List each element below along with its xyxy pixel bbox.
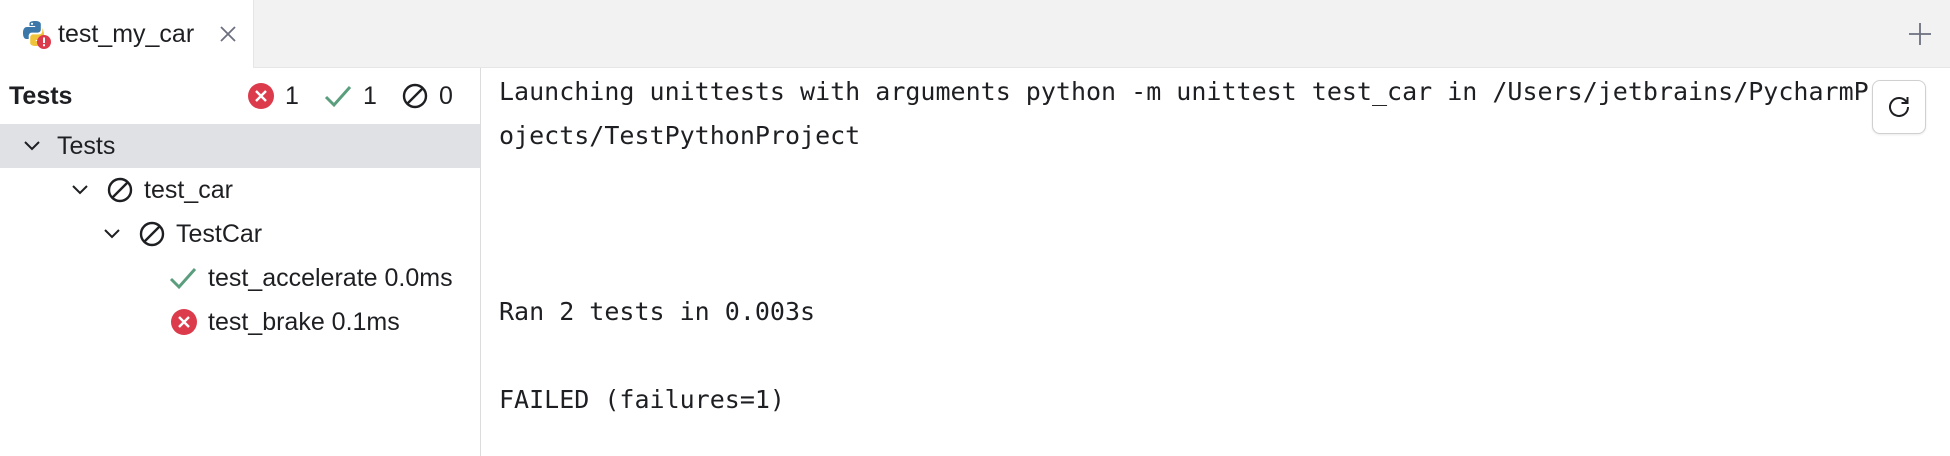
console-line: Launching unittests with arguments pytho…: [499, 77, 1884, 106]
tree-item-label: test_car: [144, 176, 233, 204]
failed-count: 1: [285, 81, 299, 110]
ignored-count: 0: [439, 81, 453, 110]
ignored-counter[interactable]: 0: [401, 82, 453, 110]
python-error-icon: [20, 18, 52, 50]
ignored-icon: [402, 83, 428, 109]
checkmark-icon: [324, 86, 352, 108]
rerun-button[interactable]: [1872, 80, 1926, 134]
tab-bar: test_my_car: [0, 0, 1950, 68]
tab-test-my-car[interactable]: test_my_car: [0, 0, 254, 68]
console-line: ojects/TestPythonProject: [499, 121, 861, 150]
tree-item-tests[interactable]: Tests: [0, 124, 480, 168]
failed-icon: [248, 83, 274, 109]
chevron-down-icon[interactable]: [68, 178, 92, 202]
tree-item-test-brake[interactable]: test_brake 0.1ms: [0, 300, 480, 344]
refresh-icon: [1889, 97, 1909, 117]
tree-item-label: test_accelerate 0.0ms: [208, 264, 453, 292]
tree-item-test-car[interactable]: test_car: [0, 168, 480, 212]
tests-panel-title: Tests: [9, 82, 73, 110]
failed-counter[interactable]: 1: [247, 82, 299, 110]
tree-item-test-accelerate[interactable]: test_accelerate 0.0ms: [0, 256, 480, 300]
tab-title: test_my_car: [58, 20, 195, 48]
chevron-down-icon[interactable]: [20, 134, 44, 158]
passed-counter[interactable]: 1: [323, 82, 377, 110]
tests-panel-header: Tests 1 1 0: [0, 68, 480, 124]
failed-icon: [170, 308, 198, 336]
console-line: FAILED (failures=1): [499, 385, 785, 414]
tree-item-label: Tests: [57, 132, 116, 160]
checkmark-icon: [168, 264, 198, 292]
tree-item-label: TestCar: [176, 220, 263, 248]
tree-item-label: test_brake 0.1ms: [208, 308, 400, 336]
passed-count: 1: [363, 81, 377, 110]
ignored-icon: [106, 176, 134, 204]
close-icon[interactable]: [216, 22, 240, 46]
add-tab-icon[interactable]: [1906, 20, 1934, 48]
console-line: Ran 2 tests in 0.003s: [499, 297, 816, 326]
console-output[interactable]: Launching unittests with arguments pytho…: [481, 68, 1950, 456]
ignored-icon: [138, 220, 166, 248]
tests-panel: Tests 1 1 0 Tests test_car TestCar test_…: [0, 68, 481, 456]
chevron-down-icon[interactable]: [100, 222, 124, 246]
tree-item-testcar[interactable]: TestCar: [0, 212, 480, 256]
